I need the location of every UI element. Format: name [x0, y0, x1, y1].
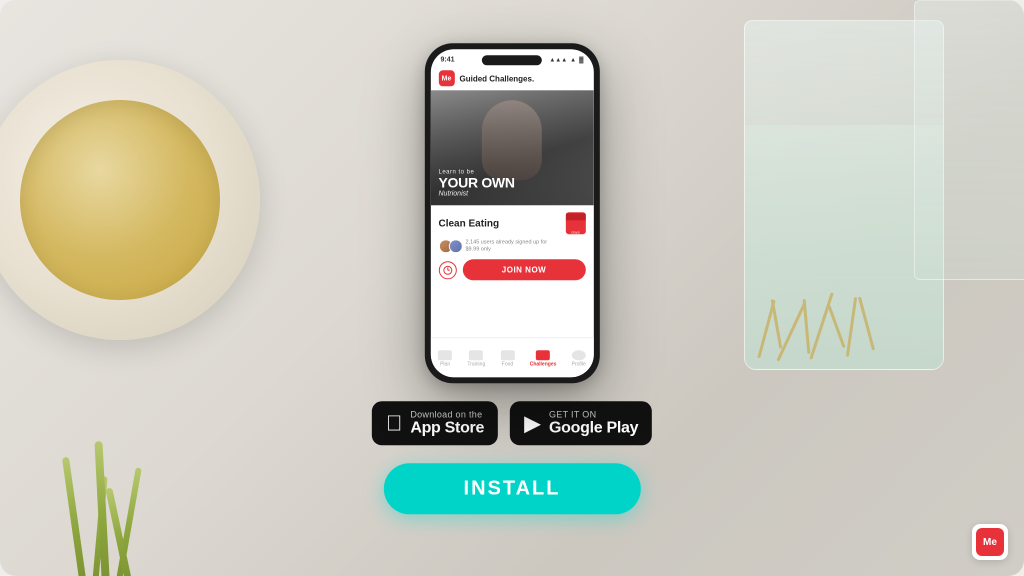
nav-food[interactable]: Food: [500, 350, 514, 367]
challenges-icon: [536, 350, 550, 360]
join-row: JOIN NOW: [439, 260, 586, 281]
calendar-badge: 14 days: [566, 212, 586, 234]
google-play-icon: ▶: [524, 410, 541, 436]
wifi-icon: ▲: [570, 57, 576, 63]
glass-decoration-2: [914, 0, 1024, 280]
phone-screen: 9:41 ▲▲▲ ▲ ▓ Me Guided Challenges.: [431, 49, 594, 377]
signal-icon: ▲▲▲: [549, 57, 567, 63]
nav-training-label: Training: [467, 361, 485, 367]
days-number: 14: [570, 220, 580, 229]
status-icons: ▲▲▲ ▲ ▓: [549, 57, 583, 63]
bowl-liquid: [20, 100, 220, 300]
hero-description: Nutrionist: [439, 190, 586, 197]
phone-notch: [482, 55, 542, 65]
app-header: Me Guided Challenges.: [431, 67, 594, 90]
challenge-body: Clean Eating 14 days 2,14: [431, 205, 594, 287]
apple-store-name: App Store: [410, 419, 484, 437]
apple-store-text: Download on the App Store: [410, 409, 484, 437]
store-buttons:  Download on the App Store ▶ GET IT ON …: [372, 401, 652, 445]
google-play-name: Google Play: [549, 419, 638, 437]
google-play-text: GET IT ON Google Play: [549, 409, 638, 437]
nav-food-label: Food: [502, 361, 513, 367]
app-tagline: Guided Challenges.: [460, 74, 535, 83]
plan-icon: [438, 350, 452, 360]
challenge-name: Clean Eating: [439, 218, 500, 229]
phone-bottom-nav: Plan Training Food Challenges: [431, 337, 594, 377]
main-container: 9:41 ▲▲▲ ▲ ▓ Me Guided Challenges.: [0, 0, 1024, 576]
hero-overlay: Learn to be YOUR OWN Nutrionist: [431, 90, 594, 205]
training-icon: [469, 350, 483, 360]
nav-challenges[interactable]: Challenges: [530, 350, 557, 367]
join-now-button[interactable]: JOIN NOW: [463, 260, 586, 281]
center-panel: 9:41 ▲▲▲ ▲ ▓ Me Guided Challenges.: [372, 43, 652, 514]
profile-icon: [572, 350, 586, 360]
users-count-text: 2,145 users already signed up for $9.99 …: [466, 239, 548, 253]
food-icon: [500, 350, 514, 360]
me-badge-inner: Me: [976, 528, 1004, 556]
battery-icon: ▓: [579, 57, 583, 63]
challenge-row: Clean Eating 14 days: [439, 212, 586, 234]
user-avatars-row: 2,145 users already signed up for $9.99 …: [439, 239, 586, 253]
apple-store-button[interactable]:  Download on the App Store: [372, 401, 498, 445]
google-play-button[interactable]: ▶ GET IT ON Google Play: [510, 401, 652, 445]
nav-plan[interactable]: Plan: [438, 350, 452, 367]
nav-profile[interactable]: Profile: [572, 350, 586, 367]
status-time: 9:41: [441, 56, 455, 63]
days-label: days: [571, 229, 579, 234]
avatar-stack: [439, 239, 463, 253]
install-button[interactable]: INSTALL: [384, 463, 641, 514]
me-badge: Me: [972, 524, 1008, 560]
phone-mockup: 9:41 ▲▲▲ ▲ ▓ Me Guided Challenges.: [425, 43, 600, 383]
apple-top-line: Download on the: [410, 409, 484, 419]
nav-challenges-label: Challenges: [530, 361, 557, 367]
nav-profile-label: Profile: [572, 361, 586, 367]
google-top-line: GET IT ON: [549, 409, 638, 419]
app-logo: Me: [439, 70, 455, 86]
avatar-2: [449, 239, 463, 253]
phone-hero-image: Learn to be YOUR OWN Nutrionist: [431, 90, 594, 205]
timer-icon: [439, 261, 457, 279]
nav-plan-label: Plan: [440, 361, 450, 367]
nav-training[interactable]: Training: [467, 350, 485, 367]
apple-icon: : [386, 410, 403, 436]
hero-title: YOUR OWN: [439, 175, 586, 190]
